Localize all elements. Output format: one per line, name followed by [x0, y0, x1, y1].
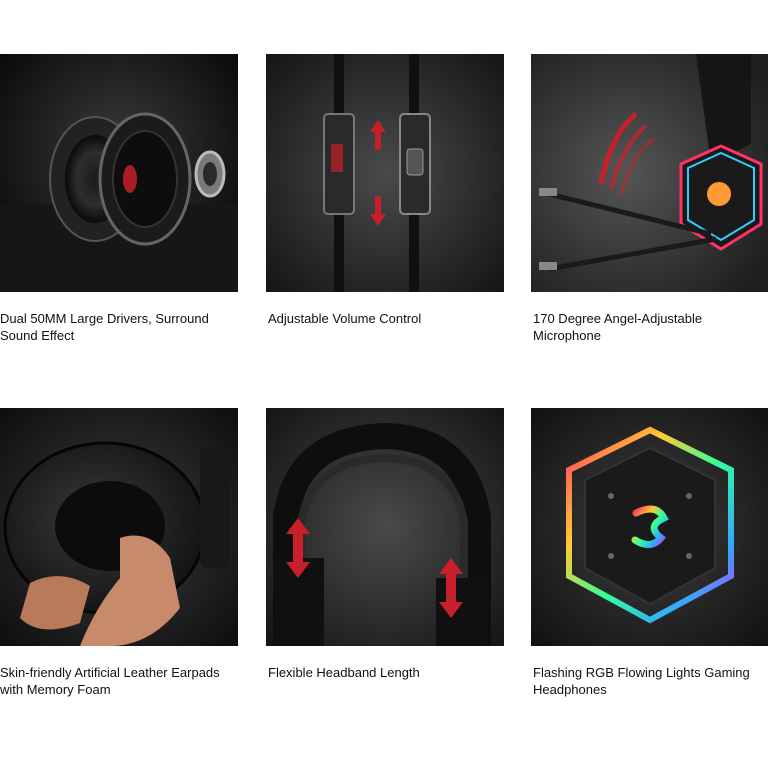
caption-headband: Flexible Headband Length [268, 665, 420, 680]
feature-grid: Dual 50MM Large Drivers, Surround Sound … [0, 0, 768, 768]
caption-volume: Adjustable Volume Control [268, 311, 422, 326]
caption-drivers: Dual 50MM Large Drivers, Surround Sound … [0, 311, 209, 343]
microphone-icon [531, 54, 768, 292]
volume-control-icon [266, 54, 504, 292]
caption-rgb: Flashing RGB Flowing Lights Gaming Headp… [533, 665, 750, 697]
driver-speaker-icon [0, 54, 238, 292]
rgb-light-icon [531, 408, 768, 646]
caption-earpads: Skin-friendly Artificial Leather Earpads… [0, 665, 220, 697]
caption-microphone: 170 Degree Angel-Adjustable Microphone [533, 311, 703, 343]
headband-icon [266, 408, 504, 646]
earpad-icon [0, 408, 238, 646]
